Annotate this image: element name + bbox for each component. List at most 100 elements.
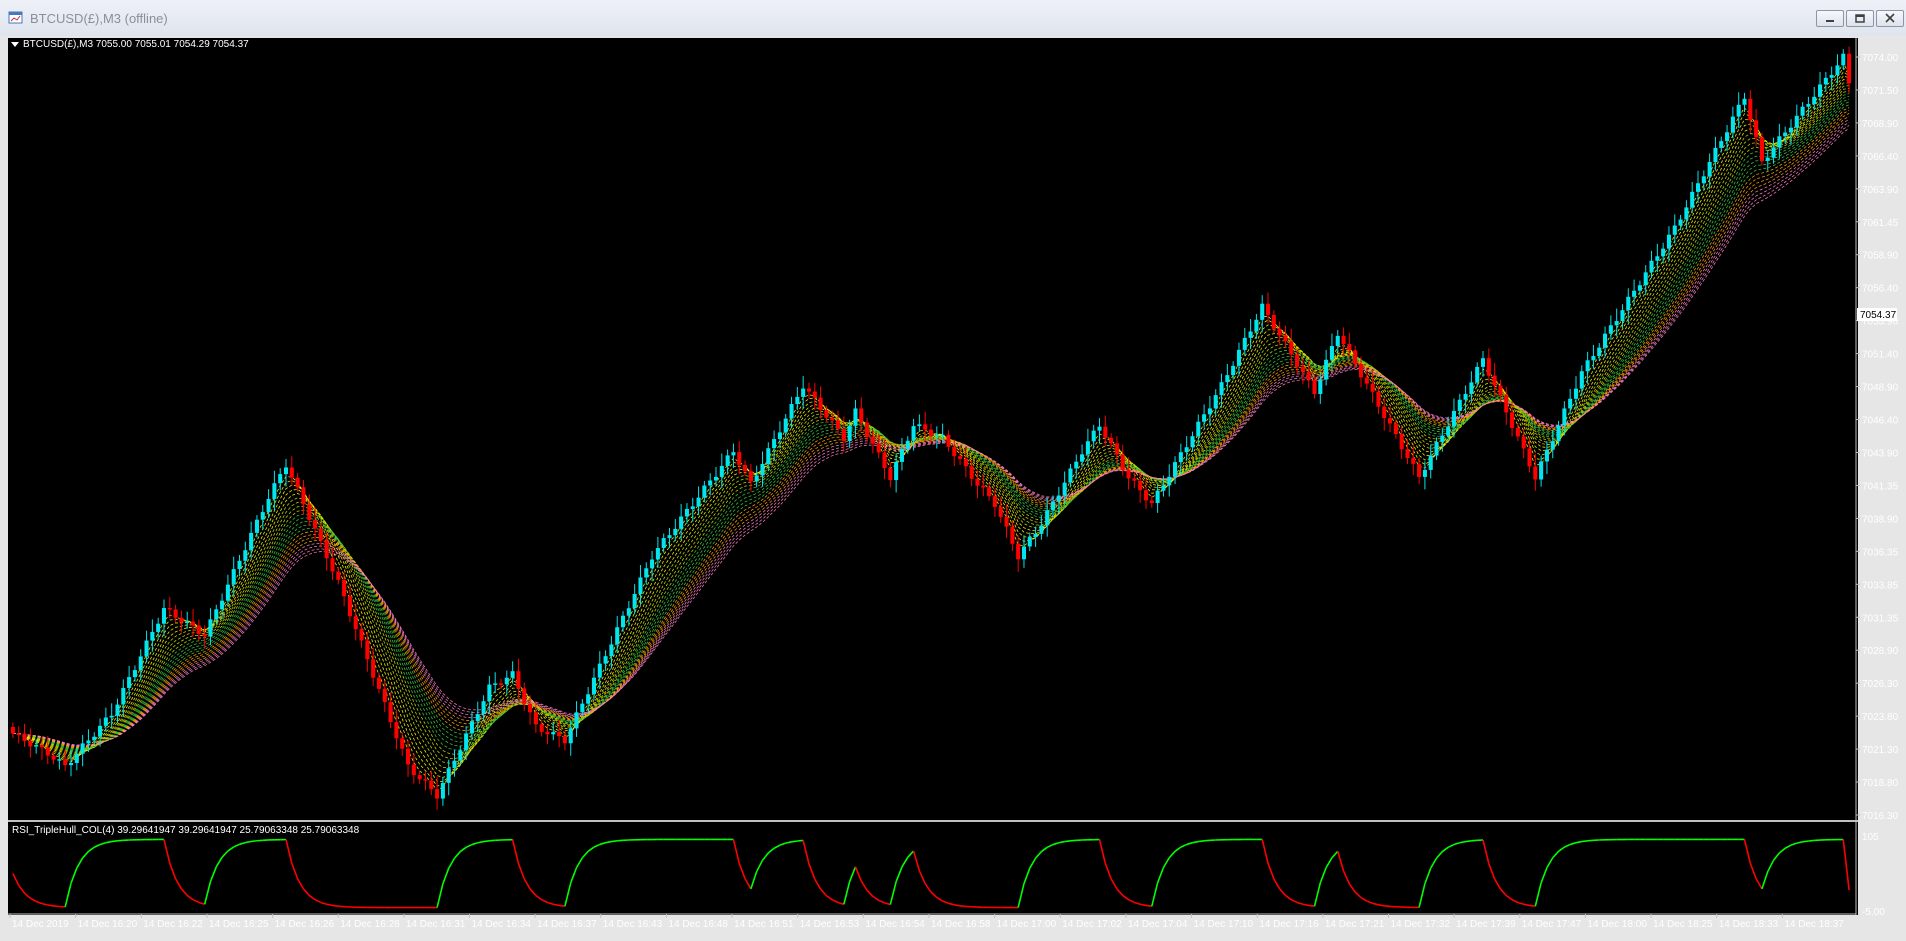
bull-candle (1765, 157, 1770, 161)
close-icon (1885, 13, 1895, 23)
bull-candle (260, 512, 265, 520)
bull-candle (1556, 425, 1561, 442)
rsi-segment (959, 904, 966, 908)
bull-candle (1835, 65, 1840, 76)
bear-candle (498, 683, 504, 685)
time-tick-label: 14 Dec 16:48 (668, 919, 728, 930)
bear-candle (1748, 98, 1753, 121)
bear-candle (394, 722, 399, 739)
bear-candle (376, 677, 382, 689)
bear-candle (179, 617, 184, 623)
rsi-segment (1192, 840, 1199, 844)
bull-candle (679, 516, 684, 529)
price-tick-label: 7038.90 (1862, 514, 1899, 525)
bull-candle (150, 631, 155, 641)
time-tick-label: 14 Dec 16:20 (78, 919, 138, 930)
bear-candle (818, 397, 823, 411)
bull-candle (493, 683, 498, 685)
rsi-tick-label: 105 (1862, 832, 1879, 843)
restore-button[interactable] (1846, 10, 1874, 27)
bull-candle (690, 506, 695, 509)
bull-candle (1591, 356, 1596, 361)
bull-candle (458, 750, 463, 761)
bull-candle (591, 677, 597, 695)
time-axis: 14 Dec 2019 14 Dec 16:20 14 Dec 16:22 14 De… (9, 914, 1844, 930)
bear-candle (958, 456, 963, 459)
rsi-segment (553, 903, 560, 907)
bull-candle (68, 762, 74, 766)
bull-candle (580, 703, 585, 713)
bear-candle (1417, 463, 1422, 477)
time-tick-label: 14 Dec 16:51 (734, 919, 794, 930)
price-tick-label: 7028.90 (1862, 646, 1899, 657)
bull-candle (1719, 141, 1724, 148)
bear-candle (1341, 335, 1346, 345)
price-tick-label: 7031.35 (1862, 613, 1899, 624)
bull-candle (1620, 310, 1625, 322)
bull-candle (1480, 358, 1486, 367)
bull-candle (586, 694, 591, 704)
rsi-segment (791, 840, 798, 843)
bear-candle (196, 625, 201, 635)
bull-candle (911, 426, 916, 441)
chart-canvas[interactable]: 7074.00 7071.50 7068.90 7066.40 7063.90 7061.… (0, 36, 1906, 941)
rsi-axis: 105 -5.00 (1862, 832, 1885, 918)
bull-candle (1666, 234, 1671, 249)
bull-candle (1254, 319, 1259, 332)
rsi-segment (53, 905, 60, 908)
bull-candle (1422, 469, 1427, 477)
bull-candle (574, 712, 579, 729)
bear-candle (841, 428, 846, 442)
bear-candle (998, 506, 1003, 517)
bear-candle (1759, 137, 1764, 161)
bull-candle (754, 475, 759, 482)
bull-candle (789, 404, 794, 419)
bull-candle (1050, 501, 1056, 511)
bear-candle (1132, 478, 1137, 481)
bull-candle (1097, 426, 1102, 431)
bull-candle (185, 621, 190, 624)
time-tick-label: 14 Dec 17:32 (1391, 919, 1451, 930)
minimize-button[interactable] (1816, 10, 1844, 27)
bull-candle (1178, 452, 1183, 463)
time-tick-label: 14 Dec 16:53 (800, 919, 860, 930)
price-tick-label: 7066.40 (1862, 152, 1899, 163)
bear-candle (202, 634, 207, 637)
bear-candle (1370, 383, 1375, 392)
bull-candle (1823, 77, 1828, 85)
bull-candle (1248, 331, 1253, 338)
close-button[interactable] (1876, 10, 1904, 27)
bull-candle (847, 425, 852, 442)
bull-candle (1080, 454, 1085, 462)
price-tick-label: 7026.30 (1862, 679, 1899, 690)
bull-candle (1039, 525, 1044, 534)
price-tick-label: 7023.80 (1862, 712, 1899, 723)
price-tick-label: 7048.90 (1862, 383, 1899, 394)
bull-candle (1777, 136, 1782, 148)
bull-candle (894, 461, 899, 480)
bear-candle (353, 616, 358, 630)
bull-candle (452, 760, 457, 769)
minimize-icon (1826, 20, 1834, 22)
bear-candle (330, 558, 335, 572)
window-titlebar[interactable]: BTCUSD(£),M3 (offline) (0, 0, 1906, 37)
bear-candle (1283, 335, 1288, 342)
price-tick-label: 7061.45 (1862, 218, 1899, 229)
bull-candle (1771, 147, 1776, 158)
bull-candle (644, 568, 649, 578)
bull-candle (1161, 485, 1166, 491)
bear-candle (22, 733, 27, 741)
rsi-segment (1523, 903, 1530, 907)
time-tick-label: 14 Dec 16:28 (340, 919, 400, 930)
bull-candle (266, 498, 271, 513)
bull-candle (86, 740, 91, 744)
bull-candle (1544, 449, 1549, 462)
bull-candle (1242, 337, 1247, 350)
bear-candle (1364, 377, 1369, 384)
bull-candle (1812, 96, 1817, 105)
bull-candle (615, 627, 620, 645)
current-price-label: 7054.37 (1860, 310, 1897, 321)
bull-candle (156, 623, 161, 632)
price-tick-label: 7018.80 (1862, 778, 1899, 789)
bear-candle (1295, 354, 1300, 367)
